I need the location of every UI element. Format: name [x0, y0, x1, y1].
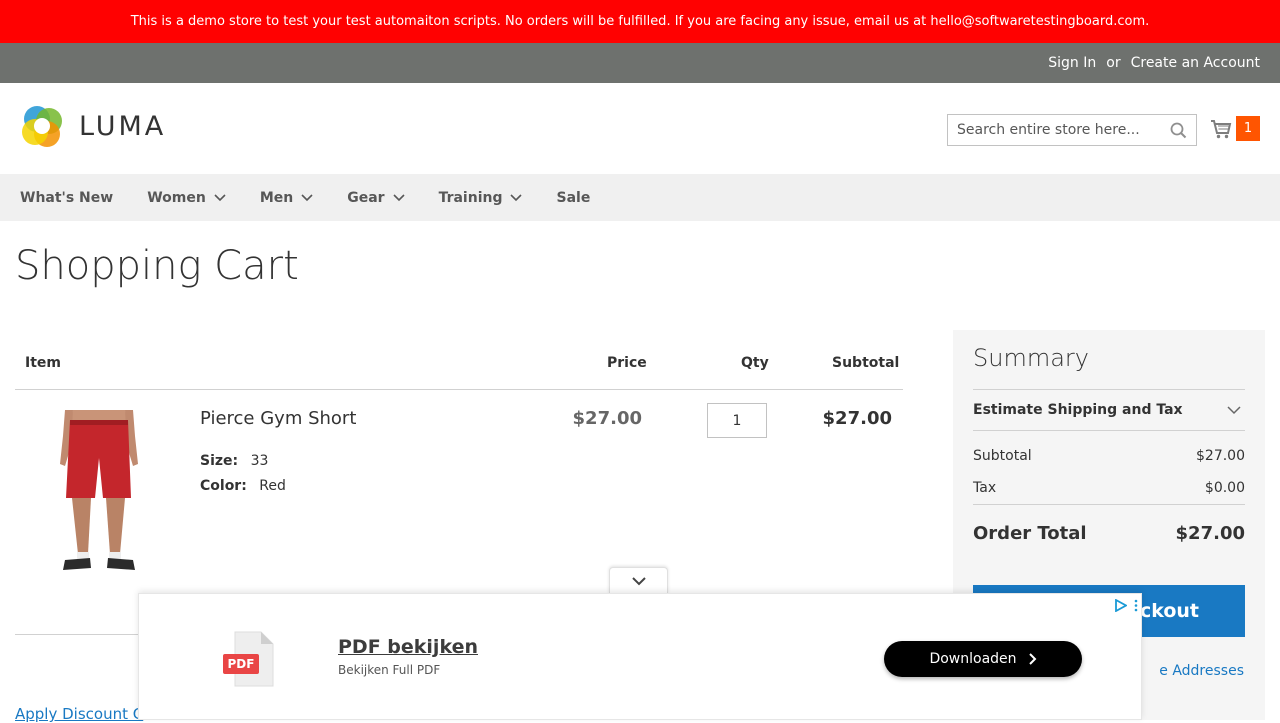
ad-title-link[interactable]: PDF bekijken	[338, 636, 478, 658]
option-value-color: Red	[259, 478, 286, 494]
cart-table-header: Item Price Qty Subtotal	[15, 352, 903, 390]
page-title: Shopping Cart	[15, 243, 299, 289]
create-account-link[interactable]: Create an Account	[1131, 55, 1260, 71]
nav-item-men[interactable]: Men	[260, 190, 313, 206]
chevron-right-icon	[1028, 653, 1036, 665]
column-header-qty: Qty	[741, 355, 769, 371]
estimate-shipping-toggle[interactable]: Estimate Shipping and Tax	[973, 389, 1245, 431]
qty-input[interactable]	[707, 403, 767, 438]
luma-logo-icon	[22, 106, 62, 147]
product-option-size: Size: 33	[200, 453, 268, 469]
ad-subtitle: Bekijken Full PDF	[338, 663, 441, 677]
or-separator: or	[1106, 55, 1121, 71]
chevron-down-icon	[631, 576, 646, 585]
search-input[interactable]	[957, 122, 1162, 138]
chevron-down-icon	[510, 193, 523, 201]
nav-label: Gear	[347, 189, 385, 206]
pdf-file-icon[interactable]: PDF	[223, 630, 275, 688]
order-total-label: Order Total	[973, 523, 1087, 544]
column-header-subtotal: Subtotal	[832, 355, 900, 371]
ad-choices-icon[interactable]	[1114, 599, 1127, 612]
ad-download-button[interactable]: Downloaden	[884, 641, 1082, 677]
pdf-badge-text: PDF	[228, 657, 255, 671]
nav-label: Women	[147, 189, 206, 206]
panel-header: Sign In or Create an Account	[0, 43, 1280, 83]
demo-notice-bar: This is a demo store to test your test a…	[0, 0, 1280, 43]
summary-subtotal-row: Subtotal $27.00	[973, 448, 1245, 464]
column-header-item: Item	[25, 355, 61, 371]
minicart[interactable]: 1	[1210, 116, 1260, 141]
nav-item-training[interactable]: Training	[439, 190, 523, 206]
nav-label: What's New	[20, 189, 114, 206]
more-options-icon[interactable]	[1133, 599, 1139, 612]
summary-tax-row: Tax $0.00	[973, 480, 1245, 496]
nav-label: Sale	[556, 189, 591, 206]
store-logo[interactable]: LUMA	[20, 104, 166, 149]
search-box[interactable]	[947, 114, 1197, 146]
summary-tax-label: Tax	[973, 480, 997, 496]
summary-title: Summary	[973, 344, 1089, 372]
advertisement-banner: PDF PDF bekijken Bekijken Full PDF Downl…	[138, 593, 1142, 720]
chevron-down-icon	[214, 193, 226, 201]
nav-item-women[interactable]: Women	[147, 190, 226, 206]
item-price: $27.00	[572, 408, 642, 429]
summary-tax-value: $0.00	[1204, 480, 1245, 496]
chevron-down-icon	[1227, 405, 1241, 414]
order-total-value: $27.00	[1175, 523, 1245, 544]
ad-collapse-toggle[interactable]	[609, 567, 668, 594]
product-option-color: Color: Red	[200, 478, 286, 494]
nav-item-whats-new[interactable]: What's New	[20, 190, 113, 206]
chevron-down-icon	[301, 193, 313, 201]
nav-item-gear[interactable]: Gear	[347, 189, 405, 206]
nav-label: Training	[438, 189, 503, 206]
chevron-down-icon	[392, 193, 405, 201]
apply-discount-link[interactable]: Apply Discount C	[15, 705, 143, 723]
summary-subtotal-label: Subtotal	[973, 448, 1032, 464]
nav-item-sale[interactable]: Sale	[556, 190, 590, 206]
main-navigation: What's New Women Men Gear Training Sale	[0, 174, 1280, 221]
demo-notice-text: This is a demo store to test your test a…	[130, 14, 1150, 29]
ad-choices[interactable]	[1114, 599, 1139, 612]
search-icon[interactable]	[1170, 122, 1187, 139]
ad-download-label: Downloaden	[929, 651, 1017, 667]
product-image[interactable]	[35, 406, 163, 576]
logo-text: LUMA	[79, 111, 167, 142]
item-subtotal: $27.00	[822, 408, 892, 429]
product-name-link[interactable]: Pierce Gym Short	[200, 408, 356, 429]
cart-count-badge[interactable]: 1	[1236, 116, 1260, 141]
estimate-shipping-label: Estimate Shipping and Tax	[973, 402, 1183, 418]
option-value-size: 33	[250, 453, 269, 469]
shopping-cart-icon[interactable]	[1210, 118, 1232, 140]
option-label-size: Size:	[200, 453, 239, 469]
column-header-price: Price	[607, 355, 647, 371]
option-label-color: Color:	[200, 478, 247, 494]
nav-label: Men	[259, 189, 294, 206]
sign-in-link[interactable]: Sign In	[1048, 55, 1096, 71]
summary-subtotal-value: $27.00	[1196, 448, 1245, 464]
order-total-row: Order Total $27.00	[973, 504, 1245, 544]
